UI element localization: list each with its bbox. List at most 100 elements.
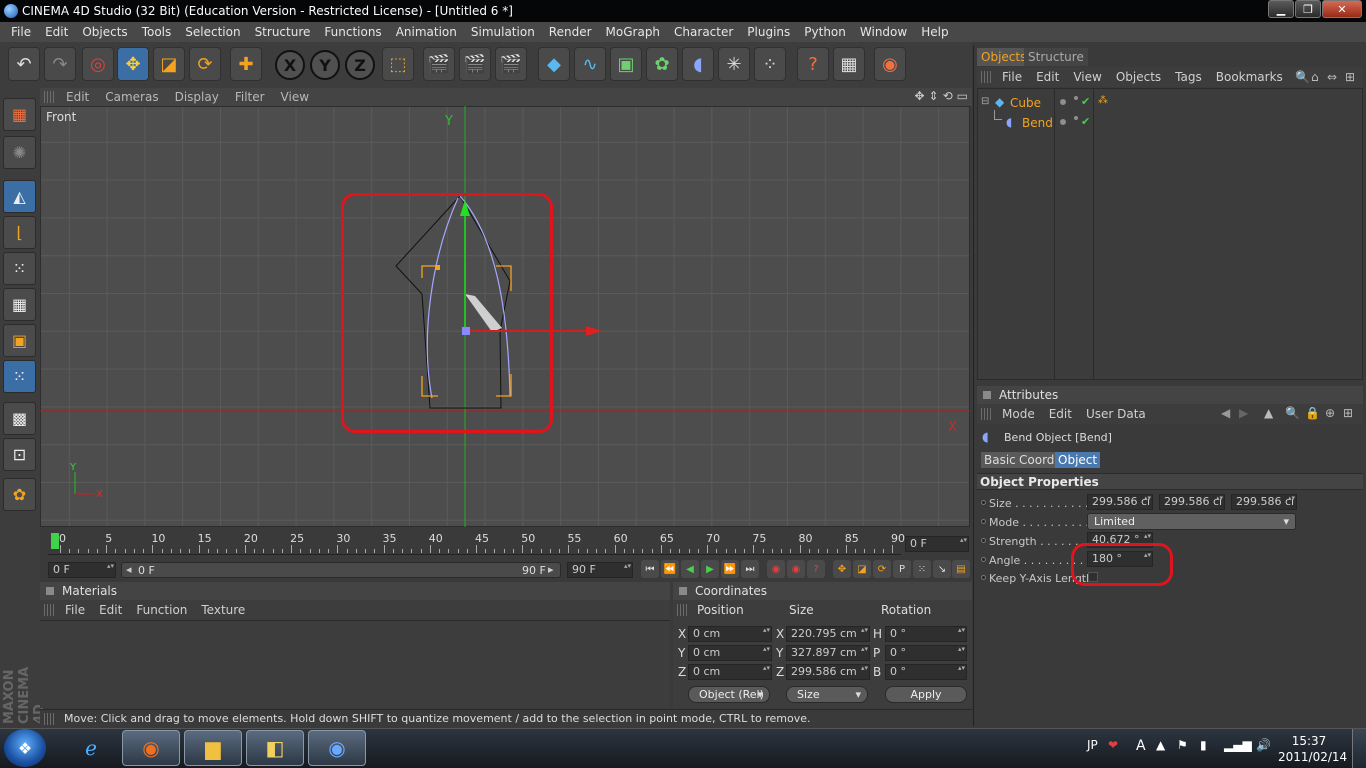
viewport-menu-view[interactable]: View	[273, 90, 317, 104]
materials-menu-edit[interactable]: Edit	[92, 603, 129, 617]
objects-search-icon[interactable]: 🔍	[1295, 70, 1310, 84]
show-hidden-icons-icon[interactable]: ▲	[1156, 738, 1165, 752]
attributes-new-panel-icon[interactable]: ⊞	[1343, 406, 1353, 420]
menu-structure[interactable]: Structure	[248, 25, 318, 39]
prev-key-icon[interactable]: ⏪	[661, 560, 679, 578]
show-desktop-button[interactable]	[1352, 729, 1366, 768]
web-browser-icon[interactable]: ◉	[874, 47, 906, 81]
objects-menu-view[interactable]: View	[1066, 70, 1108, 84]
edges-mode-icon[interactable]: ▦	[3, 288, 36, 321]
record-scale-icon[interactable]: ◪	[853, 560, 871, 578]
timeline-playhead[interactable]	[51, 533, 59, 549]
record-rotation-icon[interactable]: ⟳	[873, 560, 891, 578]
scale-tool-icon[interactable]: ◪	[153, 47, 185, 81]
use-model-mode-icon[interactable]: ▦	[3, 98, 36, 131]
start-button-icon[interactable]: ❖	[4, 729, 46, 767]
object-bend[interactable]: Bend	[1022, 116, 1053, 130]
mode-dropdown[interactable]: Limited	[1087, 513, 1296, 530]
tab-structure[interactable]: Structure	[1024, 48, 1088, 66]
coord-pos-y-field[interactable]: 0 cm	[688, 645, 772, 661]
y-axis-lock-button[interactable]: Y	[310, 50, 340, 80]
objects-new-panel-icon[interactable]: ⊞	[1345, 70, 1355, 84]
render-picture-viewer-icon[interactable]: 🎬	[459, 47, 491, 81]
bend-enabled-check-icon[interactable]: ✔	[1081, 115, 1090, 128]
keyframe-selection-icon[interactable]: ?	[807, 560, 825, 578]
start-frame-field[interactable]: 0 F	[48, 562, 116, 578]
size-z-field[interactable]: 299.586 cı	[1231, 494, 1297, 510]
interpolation-icon[interactable]: ↘	[933, 560, 951, 578]
menu-python[interactable]: Python	[797, 25, 853, 39]
coord-mode-dropdown[interactable]: Object (Rel)	[688, 686, 770, 703]
objects-home-icon[interactable]: ⌂	[1311, 70, 1319, 84]
object-manager-list[interactable]	[977, 88, 1363, 380]
z-axis-lock-button[interactable]: Z	[345, 50, 375, 80]
expand-toggle-icon[interactable]: ⊟	[981, 96, 989, 107]
size-anim-dot[interactable]	[981, 500, 986, 505]
attributes-menu-user-data[interactable]: User Data	[1079, 407, 1153, 421]
preview-range-slider[interactable]: ◂ 0 F 90 F ▸	[121, 562, 561, 578]
polygons-mode-icon[interactable]: ▣	[3, 324, 36, 357]
move-tool-icon[interactable]: ✥	[117, 47, 149, 81]
menu-simulation[interactable]: Simulation	[464, 25, 542, 39]
size-y-field[interactable]: 299.586 cı	[1159, 494, 1225, 510]
toggle-views-icon[interactable]: ▭	[957, 89, 968, 103]
coord-pos-x-field[interactable]: 0 cm	[688, 626, 772, 642]
x-axis-lock-button[interactable]: X	[275, 50, 305, 80]
tab-objects[interactable]: Objects	[977, 48, 1031, 66]
menu-help[interactable]: Help	[914, 25, 955, 39]
objects-menu-edit[interactable]: Edit	[1029, 70, 1066, 84]
cube-primitive-icon[interactable]: ◆	[538, 47, 570, 81]
autokeying-icon[interactable]: ◉	[787, 560, 805, 578]
materials-menu-texture[interactable]: Texture	[194, 603, 252, 617]
menu-character[interactable]: Character	[667, 25, 740, 39]
checkerboard-icon[interactable]: ▩	[3, 402, 36, 435]
menu-objects[interactable]: Objects	[75, 25, 134, 39]
phong-tag-icon[interactable]: ⁂	[1098, 95, 1108, 106]
workplane-icon[interactable]: ⊡	[3, 438, 36, 471]
rotate-tool-icon[interactable]: ⟳	[189, 47, 221, 81]
objects-menu-bookmarks[interactable]: Bookmarks	[1209, 70, 1290, 84]
coord-size-y-field[interactable]: 327.897 cm	[786, 645, 870, 661]
sticky-notes-icon[interactable]: ◧	[246, 730, 304, 766]
maximize-button[interactable]: ❐	[1295, 0, 1321, 18]
rotate-view-icon[interactable]: ⟲	[943, 89, 953, 103]
menu-plugins[interactable]: Plugins	[740, 25, 797, 39]
firefox-icon[interactable]: ◉	[122, 730, 180, 766]
angle-anim-dot[interactable]	[981, 557, 986, 562]
coord-size-mode-dropdown[interactable]: Size	[786, 686, 868, 703]
render-settings-icon[interactable]: 🎬	[495, 47, 527, 81]
cube-enabled-check-icon[interactable]: ✔	[1081, 95, 1090, 108]
go-to-start-icon[interactable]: ⏮	[641, 560, 659, 578]
panel-toggle-icon[interactable]	[46, 587, 54, 595]
tab-object[interactable]: Object	[1055, 452, 1101, 468]
menu-functions[interactable]: Functions	[317, 25, 388, 39]
redo-icon[interactable]: ↷	[44, 47, 76, 81]
menu-render[interactable]: Render	[542, 25, 599, 39]
menu-tools[interactable]: Tools	[135, 25, 179, 39]
sculpt-icon[interactable]: ✿	[3, 478, 36, 511]
ime-bar-icon[interactable]: ❤	[1108, 738, 1118, 752]
objects-menu-tags[interactable]: Tags	[1168, 70, 1209, 84]
play-forwards-icon[interactable]: ▶	[701, 560, 719, 578]
strength-anim-dot[interactable]	[981, 538, 986, 543]
keep-length-anim-dot[interactable]	[981, 575, 986, 580]
record-position-icon[interactable]: ✥	[833, 560, 851, 578]
viewport-menu-edit[interactable]: Edit	[58, 90, 97, 104]
attributes-search-icon[interactable]: 🔍	[1285, 406, 1300, 420]
mode-anim-dot[interactable]	[981, 519, 986, 524]
current-frame-field[interactable]: 0 F	[905, 536, 969, 552]
tab-basic[interactable]: Basic	[981, 452, 1019, 468]
pan-view-icon[interactable]: ✥	[914, 89, 924, 103]
attributes-menu-edit[interactable]: Edit	[1042, 407, 1079, 421]
coordinate-system-icon[interactable]: ⬚	[382, 47, 414, 81]
apply-button[interactable]: Apply	[885, 686, 967, 703]
viewport-menu-cameras[interactable]: Cameras	[97, 90, 166, 104]
object-cube[interactable]: Cube	[1010, 96, 1041, 110]
materials-list[interactable]	[40, 620, 670, 708]
subdivision-surface-icon[interactable]: ▣	[610, 47, 642, 81]
next-key-icon[interactable]: ⏩	[721, 560, 739, 578]
record-point-level-icon[interactable]: ⁙	[913, 560, 931, 578]
snap-mode-icon[interactable]: ⁙	[3, 360, 36, 393]
live-selection-icon[interactable]: ◎	[82, 47, 114, 81]
explorer-folder-icon[interactable]: ▆	[184, 730, 242, 766]
